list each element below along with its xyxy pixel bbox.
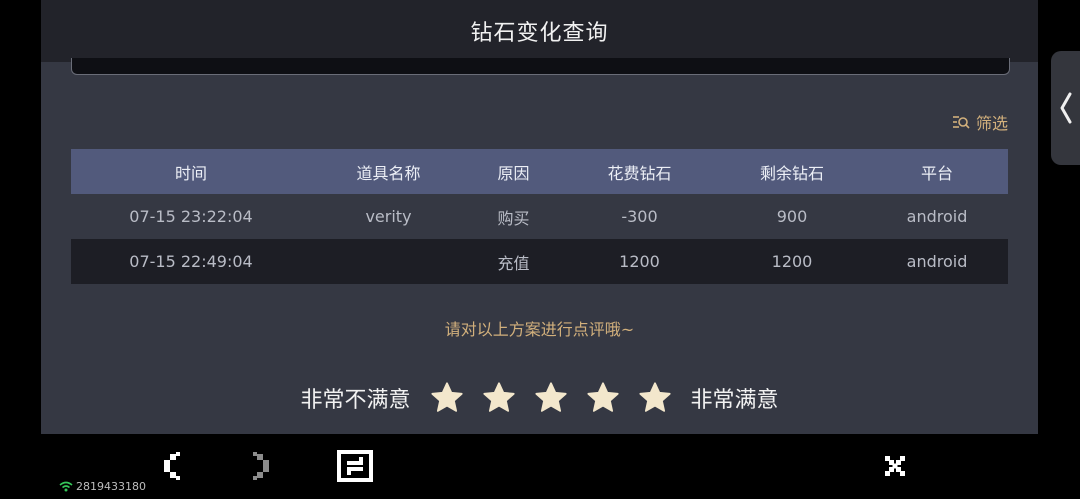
cell-spent: -300: [621, 207, 658, 226]
filter-search-icon: [952, 116, 970, 129]
column-header-reason: 原因: [497, 163, 530, 183]
star-icon[interactable]: [533, 380, 569, 416]
back-arrow-icon[interactable]: [160, 451, 182, 481]
rating-right-label: 非常满意: [690, 388, 779, 413]
cell-time: 07-15 22:49:04: [129, 252, 253, 271]
star-icon[interactable]: [585, 380, 621, 416]
page-title: 钻石变化查询: [470, 21, 609, 46]
rating-prompt: 请对以上方案进行点评哦~: [444, 320, 635, 339]
table-row: 07-15 23:22:04 verity 购买 -300 900 androi…: [71, 194, 1008, 239]
chevron-left-icon: [1060, 92, 1072, 124]
refresh-icon[interactable]: [337, 450, 373, 482]
cell-time: 07-15 23:22:04: [129, 207, 253, 226]
column-header-remaining-diamonds: 剩余钻石: [759, 163, 824, 183]
rating-left-label: 非常不满意: [300, 388, 411, 413]
network-id: 2819433180: [76, 480, 146, 493]
table-row: 07-15 22:49:04 充值 1200 1200 android: [71, 239, 1008, 284]
column-header-item-name: 道具名称: [356, 163, 421, 183]
title-bar: 钻石变化查询: [41, 0, 1038, 62]
column-header-platform: 平台: [920, 163, 953, 183]
cell-platform: android: [906, 207, 968, 226]
diamond-query-panel: 钻石变化查询 筛选 时间 道具名称 原因 花费钻石 剩余钻石 平台 07-15 …: [41, 0, 1038, 434]
filter-button[interactable]: 筛选: [952, 110, 1008, 134]
side-collapse-tab[interactable]: [1051, 51, 1080, 165]
diamond-table: 时间 道具名称 原因 花费钻石 剩余钻石 平台 07-15 23:22:04 v…: [71, 149, 1008, 284]
star-icon[interactable]: [481, 380, 517, 416]
cell-reason: 购买: [497, 208, 530, 228]
wifi-icon: [59, 481, 73, 492]
top-input-strip: [71, 58, 1010, 75]
status-indicator: 2819433180: [59, 480, 146, 493]
column-header-time: 时间: [174, 163, 207, 183]
close-icon[interactable]: [883, 454, 907, 478]
filter-label: 筛选: [975, 114, 1008, 133]
forward-arrow-icon[interactable]: [251, 451, 273, 481]
cell-platform: android: [906, 252, 968, 271]
rating-bar: 非常不满意 非常满意: [41, 378, 1038, 418]
cell-item-name: verity: [365, 207, 412, 226]
star-icon[interactable]: [637, 380, 673, 416]
cell-remaining: 1200: [771, 252, 813, 271]
column-header-spent-diamonds: 花费钻石: [607, 163, 672, 183]
table-header-row: 时间 道具名称 原因 花费钻石 剩余钻石 平台: [71, 149, 1008, 194]
cell-reason: 充值: [497, 253, 530, 273]
cell-remaining: 900: [776, 207, 808, 226]
star-icon[interactable]: [429, 380, 465, 416]
cell-spent: 1200: [619, 252, 660, 271]
star-rating: [421, 380, 681, 416]
